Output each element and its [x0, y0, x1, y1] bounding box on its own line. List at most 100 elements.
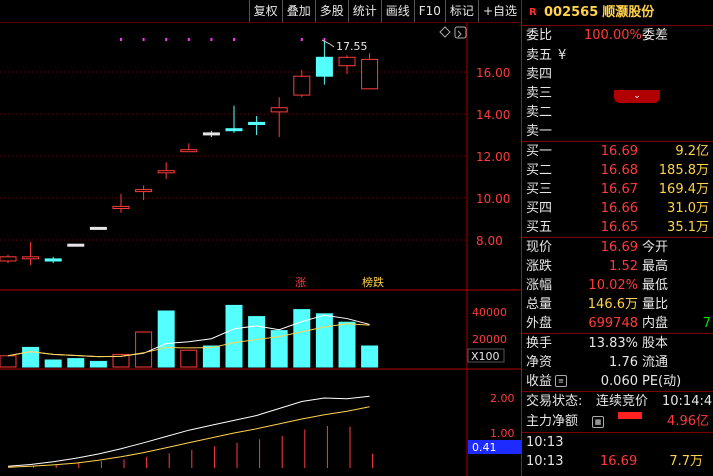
buy-row[interactable]: 买五 16.65 35.1万: [522, 218, 713, 237]
r-badge: R: [529, 7, 537, 18]
volume-bar: [0, 355, 17, 368]
signal-dot: [165, 38, 168, 41]
stat-value: 10.02%: [588, 278, 638, 293]
signal-dot: [233, 38, 235, 41]
finance-row: 净资 1.76 流通: [522, 353, 713, 372]
diamond-icon[interactable]: [439, 26, 451, 38]
toolbar-draw-line-button[interactable]: 画线: [380, 0, 414, 22]
volume-bar: [180, 349, 198, 368]
finance-label: 股本: [642, 336, 669, 351]
chevron-right-icon: [457, 30, 462, 38]
candle-body: [22, 256, 40, 260]
sell-level-label: 卖四: [526, 67, 553, 82]
candle-body: [67, 243, 85, 247]
stock-name: 顺灏股份: [602, 5, 655, 20]
volume-bar: [202, 345, 220, 368]
candlestick-series: [0, 39, 379, 266]
candle-body: [338, 56, 356, 67]
tick-time: 10:13: [526, 454, 564, 469]
volume-bar: [315, 313, 333, 368]
indicator-bars: [10, 426, 374, 468]
signal-dot: [210, 38, 213, 41]
stat-label: 总量: [526, 297, 553, 312]
buy-row[interactable]: 买二 16.68 185.8万: [522, 161, 713, 180]
price-tick: 16.00: [476, 66, 510, 80]
finance-row: 收益 ≡ 0.060 PE(动): [522, 372, 713, 391]
finance-label: PE(动): [642, 374, 682, 389]
volume-tick: 40000: [472, 306, 507, 319]
volume-bar: [67, 358, 85, 368]
signal-dots: [120, 38, 326, 41]
candle-body: [157, 170, 175, 174]
finance-label: 换手: [526, 336, 553, 351]
finance-stats: 换手 13.83% 股本 净资 1.76 流通 收益 ≡ 0.060 PE(动): [522, 334, 713, 391]
stat-label: 今开: [642, 240, 669, 255]
tick-time: 10:13: [526, 435, 564, 450]
stat-label: 量比: [642, 297, 669, 312]
ranking-tag[interactable]: 榜跌: [362, 275, 384, 289]
toolbar-restore-rights-button[interactable]: 复权: [248, 0, 282, 22]
stat-label: 涨跌: [526, 259, 553, 274]
buy-volume: 169.4万: [658, 182, 709, 197]
trade-time: 10:14:4: [662, 394, 713, 409]
finance-row: 换手 13.83% 股本: [522, 334, 713, 353]
toolbar-statistics-button[interactable]: 统计: [347, 0, 381, 22]
volume-bar: [157, 310, 175, 368]
calendar-icon[interactable]: ▦: [592, 416, 604, 428]
indicator-current-value: 0.41: [472, 441, 497, 454]
buy-row[interactable]: 买一 16.69 9.2亿: [522, 142, 713, 161]
finance-label: 净资: [526, 355, 553, 370]
sell-level-label: 卖二: [526, 105, 553, 120]
sell-row: 卖二: [522, 103, 713, 122]
tick-row: 10:13: [522, 433, 713, 452]
price-tick: 12.00: [476, 150, 510, 164]
price-gridlines: [0, 71, 467, 241]
toolbar-add-watchlist-button[interactable]: +自选: [477, 0, 521, 22]
trade-state-label: 交易状态:: [526, 394, 583, 409]
toolbar-overlay-button[interactable]: 叠加: [281, 0, 315, 22]
order-ratio-label: 委比: [526, 28, 553, 43]
sell-level-label: 卖五: [526, 48, 553, 63]
chart-area[interactable]: 17.55 16.00 14.00 12.00 10.00 8.00 涨 榜跌 …: [0, 22, 521, 476]
list-icon[interactable]: ≡: [555, 375, 567, 387]
volume-bars: [0, 304, 379, 368]
signal-dot: [120, 38, 122, 41]
sell-row: 卖一: [522, 122, 713, 141]
order-diff-label: 委差: [642, 28, 669, 43]
toolbar-multi-stock-button[interactable]: 多股: [314, 0, 348, 22]
candle-body: [248, 121, 266, 126]
candle-body: [361, 58, 379, 90]
sell-level-extra: ¥: [558, 48, 567, 63]
volume-unit: X100: [471, 350, 500, 363]
stat-row: 外盘 699748 内盘 7: [522, 314, 713, 333]
volume-bar: [89, 360, 107, 368]
buy-level-label: 买五: [526, 220, 553, 235]
toolbar-mark-button[interactable]: 标记: [444, 0, 478, 22]
toolbar-f10-button[interactable]: F10: [413, 0, 445, 22]
candle-body: [270, 107, 288, 113]
sell-row: 卖五 ¥: [522, 46, 713, 65]
buy-volume: 9.2亿: [675, 144, 709, 159]
volume-tick: 20000: [472, 333, 507, 346]
stat-label: 最低: [642, 278, 669, 293]
volume-bar: [361, 345, 379, 368]
order-ratio-value: 100.00%: [584, 28, 642, 43]
buy-volume: 35.1万: [667, 220, 709, 235]
finance-label: 流通: [642, 355, 669, 370]
main-flow-row[interactable]: 主力净额 ▦ 4.96亿: [522, 412, 713, 432]
buy-row[interactable]: 买四 16.66 31.0万: [522, 199, 713, 218]
buy-level-label: 买三: [526, 182, 553, 197]
candle-body: [180, 149, 198, 153]
buy-volume: 185.8万: [658, 163, 709, 178]
indicator-slow-line: [7, 406, 370, 468]
stock-header[interactable]: R 002565 顺灏股份: [522, 0, 713, 26]
stock-terminal: 复权 叠加 多股 统计 画线 F10 标记 +自选 17.55 16.00 14…: [0, 0, 713, 476]
volume-bar: [270, 330, 288, 368]
stat-row: 涨幅 10.02% 最低: [522, 276, 713, 295]
buy-row[interactable]: 买三 16.67 169.4万: [522, 180, 713, 199]
stat-label: 现价: [526, 240, 553, 255]
limit-up-tag[interactable]: 涨: [295, 276, 306, 289]
stat-value: 146.6万: [587, 297, 638, 312]
panel-scroll-handle[interactable]: [454, 26, 467, 39]
tick-volume: 7.7万: [669, 454, 703, 469]
